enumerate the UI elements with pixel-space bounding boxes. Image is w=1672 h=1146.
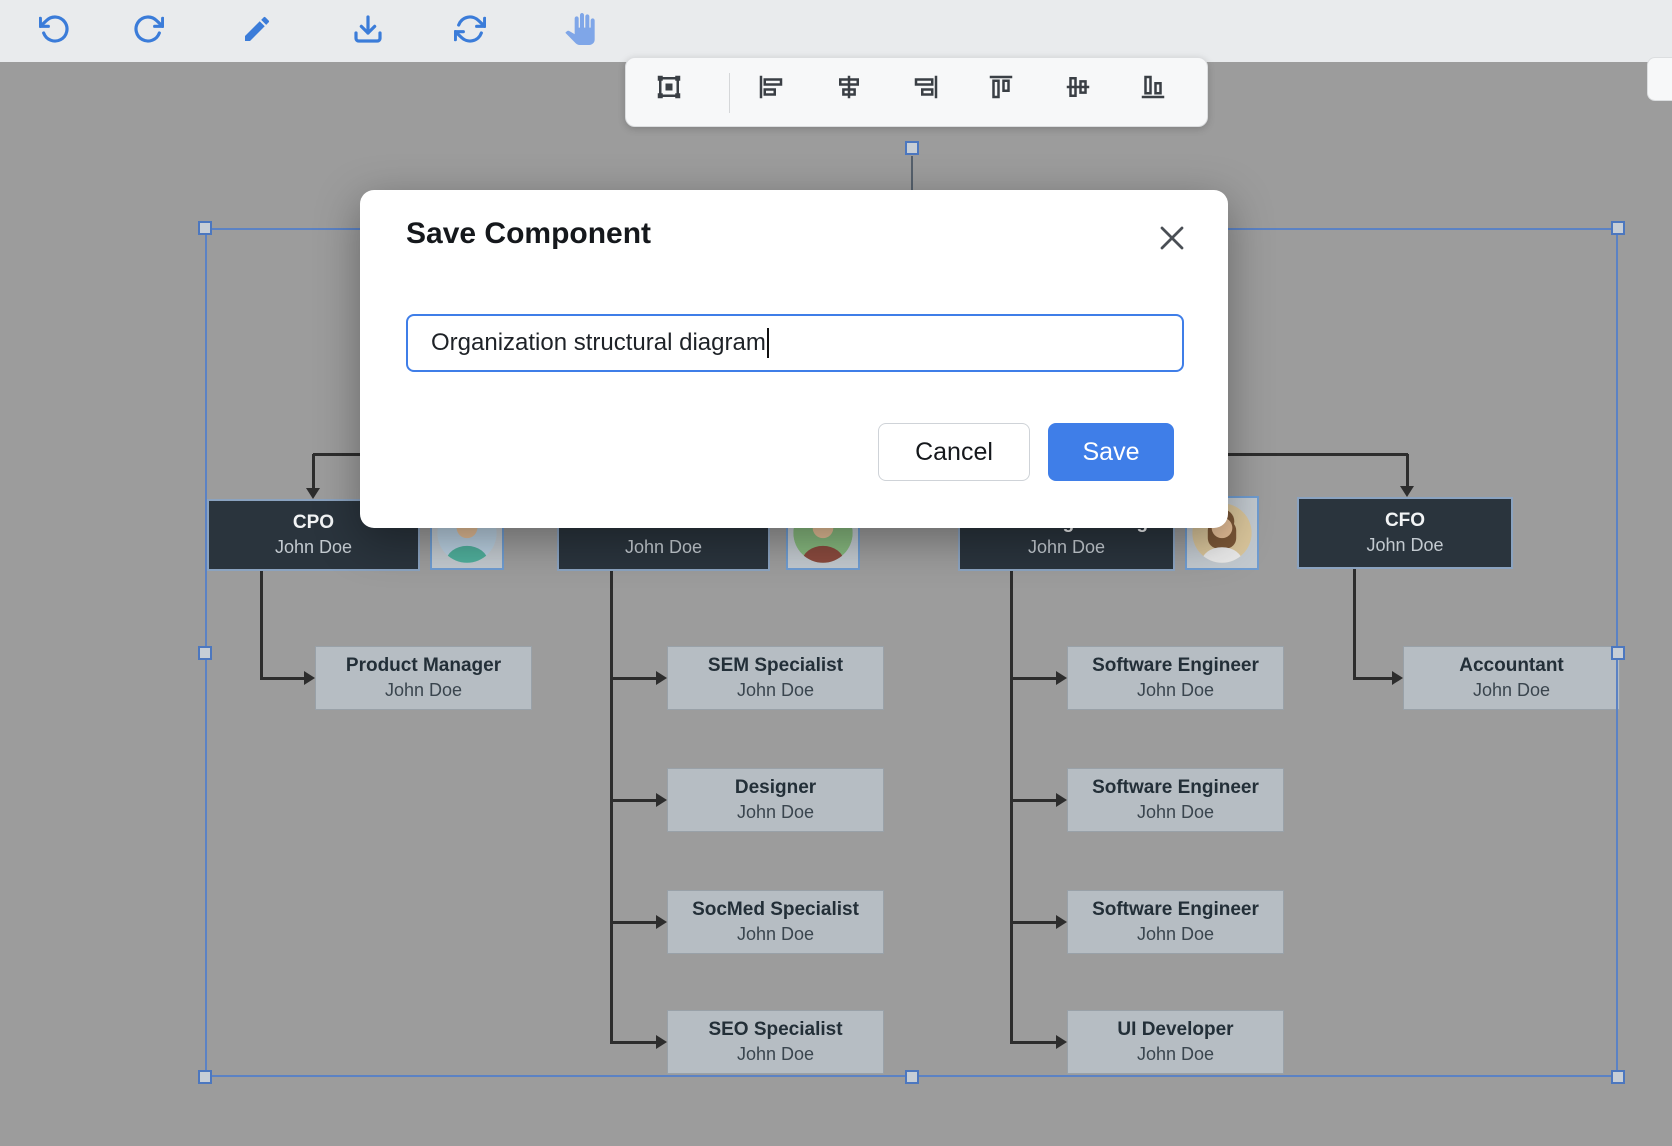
component-name-input[interactable]: Organization structural diagram	[406, 314, 1184, 372]
selection-handle-top-center[interactable]	[905, 141, 919, 155]
align-center-horizontal-icon	[834, 72, 864, 102]
align-middle-vertical-icon	[1063, 72, 1093, 102]
edit-icon	[241, 13, 273, 45]
align-top-icon	[986, 72, 1016, 102]
modal-title: Save Component	[406, 217, 651, 251]
align-bottom-icon	[1138, 72, 1168, 102]
align-middle-vertical-button[interactable]	[1058, 67, 1098, 107]
align-right-icon	[911, 72, 941, 102]
pan-icon	[564, 13, 596, 45]
selection-handle-bottom-right[interactable]	[1611, 1070, 1625, 1084]
select-component-button[interactable]	[649, 67, 689, 107]
selection-handle-top-left[interactable]	[198, 221, 212, 235]
undo-button[interactable]	[31, 5, 79, 53]
close-icon	[1157, 223, 1187, 253]
alignment-toolbar	[625, 57, 1208, 127]
selection-handle-bottom-center[interactable]	[905, 1070, 919, 1084]
close-button[interactable]	[1154, 220, 1190, 256]
redo-button[interactable]	[124, 5, 172, 53]
select-component-icon	[654, 72, 684, 102]
align-top-button[interactable]	[981, 67, 1021, 107]
pan-button[interactable]	[556, 5, 604, 53]
edit-button[interactable]	[233, 5, 281, 53]
cancel-button[interactable]: Cancel	[878, 423, 1030, 481]
secondary-toolbar-fragment	[1647, 57, 1672, 101]
save-button[interactable]: Save	[1048, 423, 1174, 481]
connector-line	[911, 156, 913, 190]
align-center-horizontal-button[interactable]	[829, 67, 869, 107]
refresh-button[interactable]	[446, 5, 494, 53]
align-left-button[interactable]	[751, 67, 791, 107]
selection-handle-middle-right[interactable]	[1611, 646, 1625, 660]
text-cursor	[767, 328, 769, 358]
undo-icon	[39, 13, 71, 45]
selection-handle-bottom-left[interactable]	[198, 1070, 212, 1084]
download-button[interactable]	[344, 5, 392, 53]
align-bottom-button[interactable]	[1133, 67, 1173, 107]
refresh-icon	[454, 13, 486, 45]
align-right-button[interactable]	[906, 67, 946, 107]
selection-handle-top-right[interactable]	[1611, 221, 1625, 235]
toolbar-divider	[729, 73, 730, 113]
redo-icon	[132, 13, 164, 45]
download-icon	[352, 13, 384, 45]
app-screen: CPO John Doe CMO John Doe VP of Engineer…	[0, 0, 1672, 1146]
top-toolbar	[0, 0, 1672, 62]
component-name-value: Organization structural diagram	[431, 329, 766, 357]
selection-handle-middle-left[interactable]	[198, 646, 212, 660]
align-left-icon	[756, 72, 786, 102]
save-component-modal: Save Component Organization structural d…	[360, 190, 1228, 528]
